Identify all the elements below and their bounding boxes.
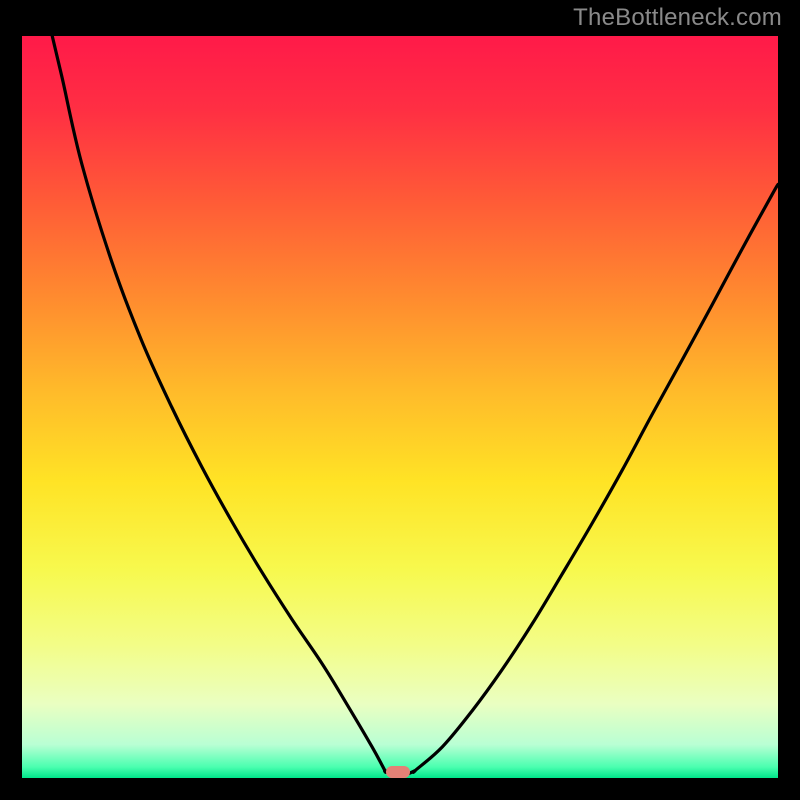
bottleneck-curve <box>22 36 778 778</box>
watermark-text: TheBottleneck.com <box>573 4 782 32</box>
chart-frame: TheBottleneck.com <box>0 0 800 800</box>
plot-area <box>22 36 778 778</box>
minimum-marker <box>386 766 410 778</box>
